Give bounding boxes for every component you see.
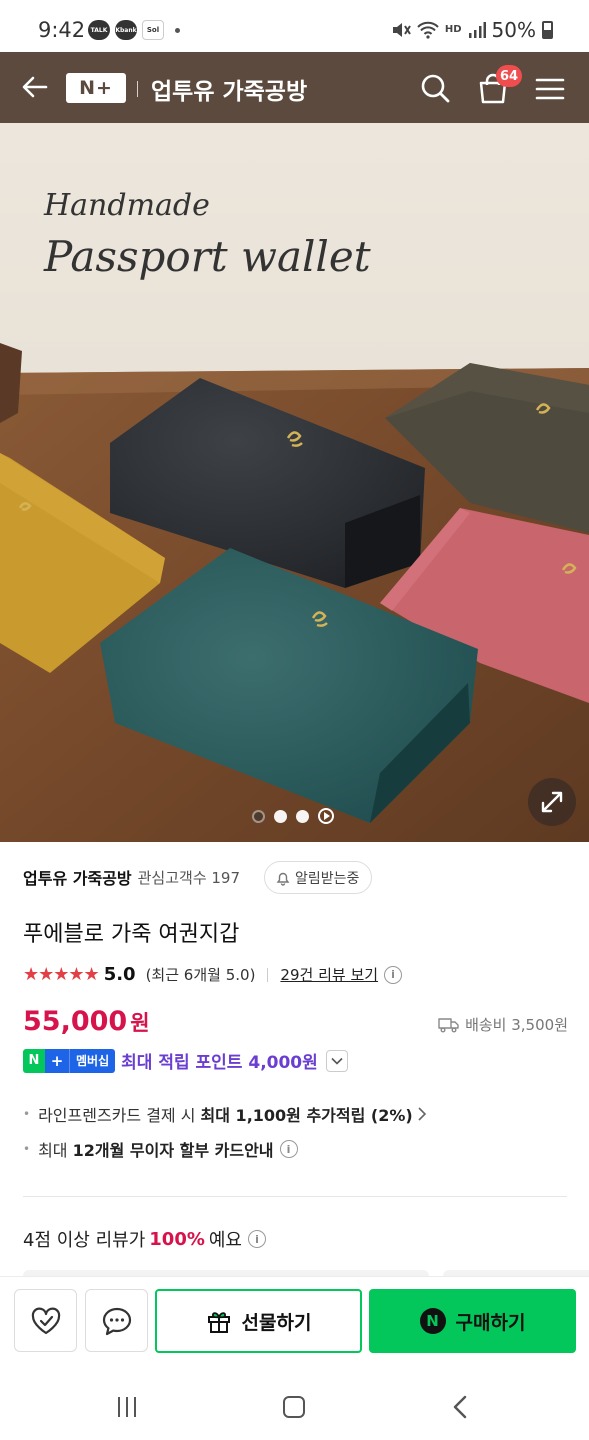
naver-plus-logo[interactable]: N+ [66,73,126,103]
talk-inquiry-button[interactable] [85,1289,148,1352]
chevron-down-icon [331,1057,343,1065]
home-icon[interactable] [283,1396,305,1418]
kbank-app-icon: Kbank [115,20,137,40]
battery-icon [542,21,553,39]
review-summary-suffix: 예요 [208,1230,242,1251]
divider [267,967,269,982]
sol-bank-app-icon: Sol [142,20,164,40]
product-photo: Handmade Passport wallet [0,123,589,842]
notify-label: 알림받는중 [295,870,360,887]
max-points-text: 최대 적립 포인트 4,000원 [121,1053,318,1073]
points-expand-toggle[interactable] [325,1049,348,1072]
store-name-link[interactable]: 업투유 가죽공방 [23,865,132,889]
signal-icon [468,22,486,38]
bullet-icon: • [23,1107,31,1121]
back-arrow-icon[interactable] [20,72,50,102]
product-image[interactable]: Handmade Passport wallet [0,123,589,842]
naver-pay-icon: N [419,1308,446,1334]
info-icon[interactable]: i [384,965,403,984]
recent-apps-icon[interactable] [118,1397,136,1417]
benefit-card-points[interactable]: • 라인프렌즈카드 결제 시 최대 1,100원 추가적립 (2%) [23,1102,427,1126]
review-summary-prefix: 4점 이상 리뷰가 [23,1230,146,1251]
carousel-dot[interactable] [274,809,287,823]
carousel-dot[interactable] [252,809,265,823]
star-rating-icon: ★★★★★ [23,964,100,985]
gift-button[interactable]: 선물하기 [155,1289,362,1353]
talk-app-icon: TALK [88,20,110,40]
info-icon[interactable]: i [248,1230,266,1248]
recent-rating: (최근 6개월 5.0) [145,966,256,984]
rating-row: ★★★★★ 5.0 (최근 6개월 5.0) 29건 리뷰 보기 i [23,964,403,985]
price: 55,000 원 [23,1006,150,1037]
price-value: 55,000 [23,1006,128,1037]
overlay-passport-wallet-text: Passport wallet [43,232,371,281]
back-nav-icon[interactable] [450,1395,470,1419]
cart-count-badge: 64 [496,65,523,87]
status-system-icons: HD 50% [391,18,553,42]
hamburger-menu-icon[interactable] [535,74,565,104]
expand-image-button[interactable] [528,778,576,826]
battery-percent: 50% [491,18,536,42]
heart-check-icon [31,1307,60,1334]
plus-icon: + [45,1048,69,1073]
app-header: N+ 업투유 가죽공방 64 [0,52,589,123]
notification-subscribe-button[interactable]: 알림받는중 [264,861,373,894]
store-info-row: 업투유 가죽공방 관심고객수 197 [23,865,240,889]
review-summary-percent: 100% [149,1228,205,1250]
mute-icon [392,23,411,37]
more-notifications-dot-icon [175,27,180,33]
rating-score: 5.0 [103,964,136,985]
wifi-icon [417,21,439,39]
shipping-label: 배송비 3,500원 [465,1016,568,1034]
membership-points-row[interactable]: N + 멤버십 최대 적립 포인트 4,000원 [23,1048,348,1073]
bullet-icon: • [23,1142,31,1156]
price-unit: 원 [130,1011,150,1035]
gift-label: 선물하기 [241,1311,312,1334]
expand-icon [541,791,563,813]
status-bar: 9:42 TALK Kbank Sol HD 50% [0,0,589,52]
chat-bubble-icon [102,1307,131,1335]
shipping-fee: 배송비 3,500원 [438,1014,568,1035]
membership-label: 멤버십 [69,1048,116,1073]
gift-icon [207,1312,230,1333]
status-time: 9:42 [38,18,86,42]
naver-n-icon: N [23,1048,45,1073]
carousel-dot[interactable] [296,809,309,823]
product-title: 푸에블로 가죽 여권지갑 [23,922,240,947]
benefit-highlight: 12개월 무이자 할부 카드안내 [72,1141,274,1160]
view-reviews-link[interactable]: 29건 리뷰 보기 [280,964,378,985]
chevron-right-icon [418,1107,426,1121]
store-title[interactable]: 업투유 가죽공방 [151,72,307,106]
carousel-indicator [252,808,334,824]
bell-icon [276,872,290,886]
review-summary: 4점 이상 리뷰가 100% 예요 i [23,1226,266,1252]
wishlist-button[interactable] [14,1289,77,1352]
hd-voice-icon: HD [444,24,462,35]
benefit-text: 최대 [38,1141,73,1160]
overlay-handmade-text: Handmade [43,188,210,223]
info-icon[interactable]: i [279,1140,298,1158]
purchase-action-bar: 선물하기 N 구매하기 [0,1276,589,1364]
search-icon[interactable] [419,72,451,104]
buy-now-button[interactable]: N 구매하기 [369,1289,576,1353]
delivery-truck-icon [438,1017,459,1032]
benefit-text: 라인프렌즈카드 결제 시 [38,1106,201,1125]
header-divider [137,81,138,97]
naver-plus-membership-badge: N + 멤버십 [23,1048,116,1073]
benefit-installment[interactable]: • 최대 12개월 무이자 할부 카드안내 i [23,1137,298,1161]
fan-count: 관심고객수 197 [137,868,241,887]
play-icon[interactable] [318,808,334,824]
buy-label: 구매하기 [455,1311,526,1334]
benefit-highlight: 최대 1,100원 추가적립 (2%) [200,1106,413,1125]
section-divider [23,1196,567,1197]
status-notification-icons: TALK Kbank Sol [88,20,180,40]
system-navigation-bar [0,1364,589,1440]
